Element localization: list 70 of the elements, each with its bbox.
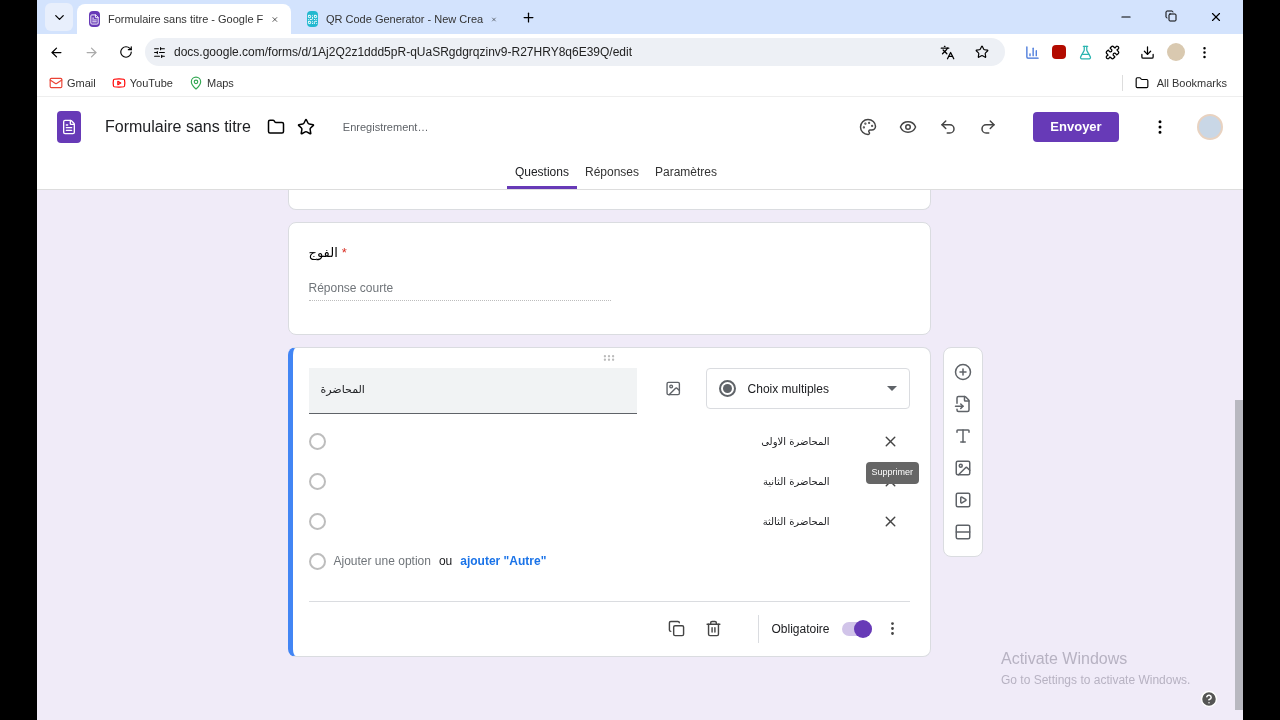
form-tab[interactable]: Réponses — [576, 157, 647, 189]
eye-icon[interactable] — [899, 118, 917, 136]
option-field[interactable]: المحاضرة الثالثة — [762, 513, 830, 529]
browser-tab[interactable]: Formulaire sans titre - Google F — [77, 4, 291, 34]
required-switch[interactable] — [841, 621, 872, 636]
scrollbar-thumb[interactable] — [1235, 400, 1243, 710]
all-bookmarks-button[interactable]: All Bookmarks — [1121, 74, 1231, 92]
title-text-icon[interactable] — [953, 427, 972, 445]
image-icon[interactable] — [953, 459, 972, 477]
option-field[interactable]: المحاضرة الاولى — [761, 433, 830, 449]
translate-icon[interactable] — [940, 44, 955, 60]
add-other-link[interactable]: ajouter "Autre" — [460, 552, 547, 570]
section-icon[interactable] — [953, 523, 972, 541]
option-field[interactable]: المحاضرة الثانية — [762, 473, 830, 489]
tab-title: QR Code Generator - New Crea — [326, 11, 484, 27]
reload-icon[interactable] — [119, 45, 133, 59]
watermark-title: Activate Windows — [1001, 649, 1129, 669]
close-icon[interactable] — [1209, 10, 1223, 24]
duplicate-icon[interactable] — [668, 620, 686, 637]
address-bar[interactable]: docs.google.com/forms/d/1Aj2Q2z1ddd5pR-qUaSRgdgrqzinv9-R27HRY8q6E39Q/edit — [145, 38, 1005, 66]
bookmark-link[interactable]: Gmail — [49, 74, 96, 92]
import-icon[interactable] — [953, 395, 972, 413]
required-label: Obligatoire — [758, 614, 830, 643]
url-text: docs.google.com/forms/d/1Aj2Q2z1ddd5pR-qUaSRgdgrqzinv9-R27HRY8q6E39Q/edit — [174, 44, 634, 61]
save-status: Enregistrement… — [342, 119, 429, 135]
radio-button[interactable] — [308, 512, 326, 530]
question-title: الفوج — [308, 244, 338, 263]
add-question-icon[interactable] — [953, 363, 972, 381]
help-icon[interactable] — [1200, 690, 1218, 708]
forms-logo-icon[interactable] — [57, 111, 81, 143]
delete-icon[interactable] — [705, 620, 723, 637]
tab-title: Formulaire sans titre - Google F — [108, 11, 264, 27]
star-icon[interactable] — [296, 118, 315, 136]
forms-icon — [89, 11, 100, 27]
send-button[interactable]: Envoyer — [1033, 112, 1119, 142]
radio-button[interactable] — [308, 552, 326, 570]
required-asterisk: * — [341, 244, 347, 262]
download-icon[interactable] — [1140, 44, 1155, 60]
restore-icon[interactable] — [1165, 10, 1177, 22]
radio-button[interactable] — [308, 432, 326, 450]
tooltip: Supprimer — [865, 462, 919, 484]
bookmark-link[interactable]: Maps — [188, 74, 234, 92]
map-pin-icon — [188, 76, 203, 90]
question-title-field[interactable]: المحاضرة — [308, 368, 638, 414]
extensions-icon[interactable] — [1105, 44, 1120, 60]
add-option-field[interactable]: Ajouter une option — [333, 552, 431, 570]
form-tab[interactable]: Paramètres — [647, 157, 726, 189]
image-icon[interactable] — [665, 380, 682, 397]
browser-tab[interactable]: QR Code Generator - New Crea — [295, 4, 509, 34]
radio-button[interactable] — [308, 472, 326, 490]
redo-icon[interactable] — [979, 118, 997, 136]
chart-icon[interactable] — [1025, 44, 1040, 60]
star-icon[interactable] — [975, 45, 989, 59]
folder-icon — [1134, 76, 1149, 90]
or-text: ou — [438, 553, 453, 570]
undo-icon[interactable] — [939, 118, 957, 136]
short-answer-field[interactable]: Réponse courte — [308, 278, 611, 301]
bookmark-link[interactable]: YouTube — [111, 74, 173, 92]
pdf-icon[interactable] — [1052, 45, 1066, 59]
mail-icon — [49, 76, 63, 90]
form-title[interactable]: Formulaire sans titre — [105, 115, 251, 139]
new-tab-icon[interactable] — [521, 10, 536, 25]
video-icon — [111, 76, 126, 90]
question-type-dropdown[interactable]: Choix multiples — [705, 368, 910, 409]
palette-icon[interactable] — [859, 118, 877, 136]
folder-icon[interactable] — [266, 118, 285, 136]
back-icon[interactable] — [49, 44, 64, 60]
qr-icon — [307, 11, 318, 27]
site-info-icon[interactable] — [153, 45, 166, 59]
video-icon[interactable] — [953, 491, 972, 509]
